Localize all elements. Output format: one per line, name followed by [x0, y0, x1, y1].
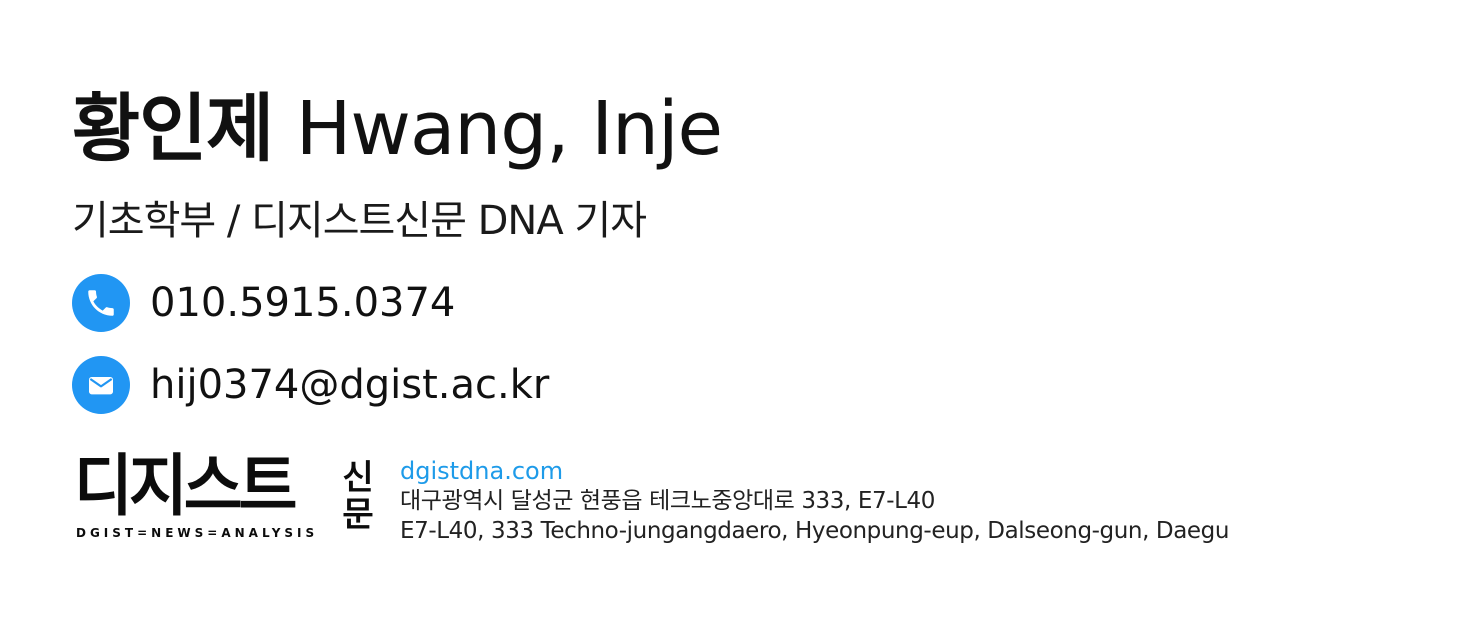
- name-english: Hwang, Inje: [295, 86, 723, 172]
- logo-tagline: DGIST=NEWS=ANALYSIS: [76, 526, 319, 540]
- address-english: E7-L40, 333 Techno-jungangdaero, Hyeonpu…: [400, 518, 1230, 544]
- dna-logo: 디지스트 신문 DGIST=NEWS=ANALYSIS: [72, 448, 378, 544]
- phone-icon: [72, 274, 130, 332]
- address-korean: 대구광역시 달성군 현풍읍 테크노중앙대로 333, E7-L40: [400, 488, 935, 514]
- email-address[interactable]: hij0374@dgist.ac.kr: [150, 356, 549, 414]
- logo-side-text: 신문: [342, 458, 374, 535]
- logo-main-text: 디지스트: [74, 448, 298, 526]
- website-link[interactable]: dgistdna.com: [400, 456, 1229, 486]
- email-row[interactable]: hij0374@dgist.ac.kr: [72, 356, 549, 414]
- name-korean: 황인제: [72, 86, 274, 172]
- mail-icon: [72, 356, 130, 414]
- phone-row[interactable]: 010.5915.0374: [72, 274, 455, 332]
- job-title: 기초학부 / 디지스트신문 DNA 기자: [72, 198, 647, 244]
- organization-info: dgistdna.com 대구광역시 달성군 현풍읍 테크노중앙대로 333, …: [400, 456, 1229, 546]
- organization-footer: 디지스트 신문 DGIST=NEWS=ANALYSIS dgistdna.com…: [72, 448, 1229, 546]
- phone-number[interactable]: 010.5915.0374: [150, 274, 455, 332]
- person-name: 황인제 Hwang, Inje: [72, 86, 723, 172]
